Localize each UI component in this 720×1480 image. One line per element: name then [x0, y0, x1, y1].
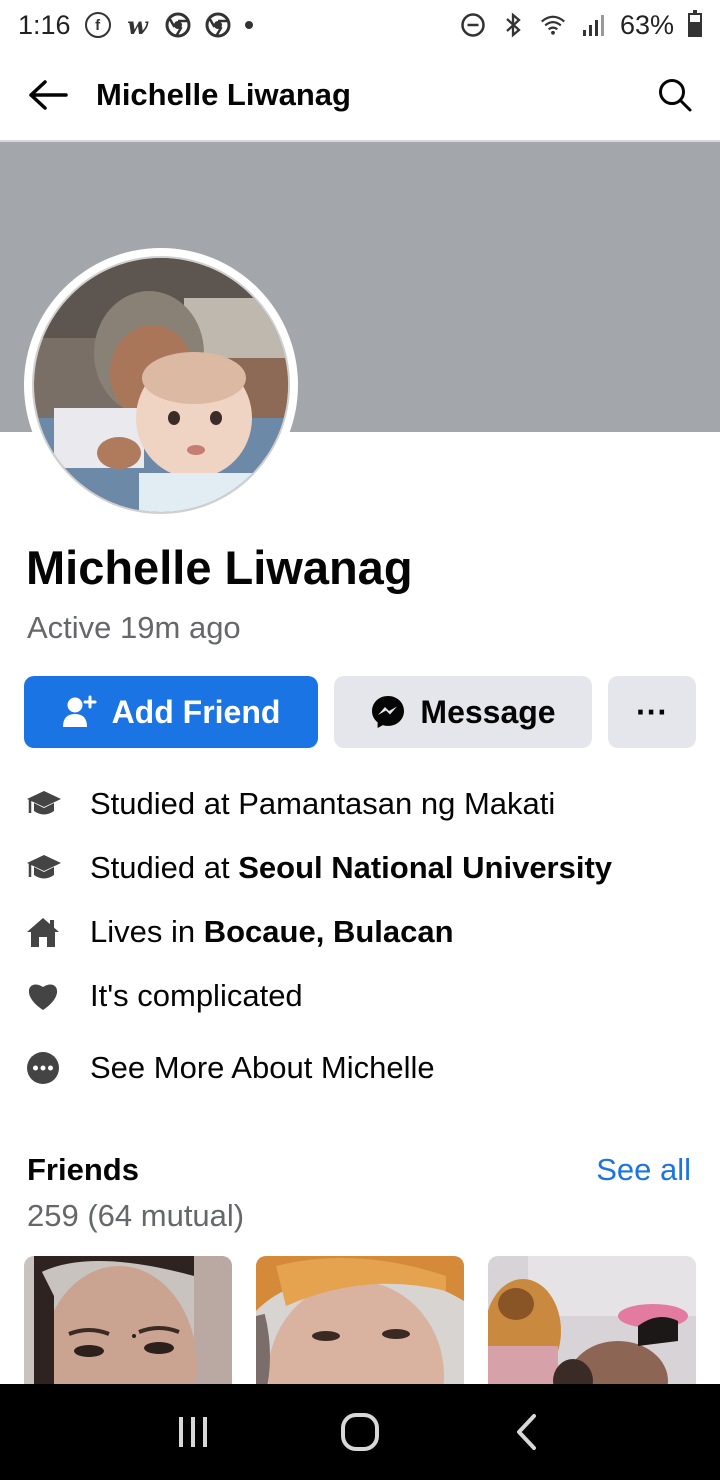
more-circle-icon	[0, 1051, 90, 1085]
facebook-icon: f	[84, 12, 111, 38]
message-button[interactable]: Message	[334, 676, 592, 748]
add-friend-button[interactable]: Add Friend	[24, 676, 318, 748]
intro-item-lives-in[interactable]: Lives in Bocaue, Bulacan	[0, 908, 720, 956]
back-chevron-icon	[516, 1414, 536, 1450]
see-all-friends-link[interactable]: See all	[596, 1152, 691, 1188]
wifi-icon	[540, 12, 566, 38]
page-title: Michelle Liwanag	[96, 77, 351, 112]
home-icon	[0, 916, 90, 948]
back-nav-button[interactable]	[497, 1402, 557, 1462]
back-button[interactable]	[0, 49, 96, 141]
battery-icon	[688, 10, 702, 37]
intro-item-relationship[interactable]: It's complicated	[0, 972, 720, 1020]
graduation-cap-icon	[0, 789, 90, 819]
friend-thumbnail[interactable]	[256, 1256, 464, 1396]
home-circle-icon	[340, 1413, 379, 1451]
friend-photo	[24, 1256, 232, 1396]
android-nav-bar	[0, 1384, 720, 1480]
recent-apps-icon	[179, 1417, 208, 1447]
message-label: Message	[420, 693, 556, 730]
search-button[interactable]	[630, 49, 720, 141]
avatar-ring	[24, 248, 298, 522]
home-button[interactable]	[330, 1402, 390, 1462]
chrome-icon	[205, 12, 231, 38]
more-options-button[interactable]: ···	[608, 676, 696, 748]
intro-bold[interactable]: Seoul National University	[238, 850, 612, 885]
intro-text: It's complicated	[90, 978, 303, 1014]
friends-count: 259 (64 mutual)	[27, 1198, 245, 1233]
add-friend-icon	[62, 695, 97, 727]
battery-fill	[690, 22, 700, 35]
intro-prefix: It's complicated	[90, 978, 303, 1013]
status-right: 63%	[460, 10, 702, 41]
messenger-icon	[372, 696, 405, 728]
signal-icon	[580, 12, 606, 38]
avatar[interactable]	[32, 256, 290, 514]
search-icon	[659, 79, 692, 112]
add-friend-label: Add Friend	[111, 693, 281, 730]
intro-prefix: Lives in	[90, 914, 204, 949]
active-status: Active 19m ago	[27, 610, 241, 645]
see-more-about-link[interactable]: See More About Michelle	[0, 1044, 720, 1092]
status-left: 1:16 f w	[18, 10, 253, 41]
bluetooth-icon	[500, 12, 526, 38]
intro-prefix: Studied at	[90, 850, 239, 885]
intro-text: Studied at Seoul National University	[90, 850, 612, 886]
friend-thumbnail[interactable]	[488, 1256, 696, 1396]
intro-bold[interactable]: Bocaue, Bulacan	[204, 914, 454, 949]
intro-prefix: Studied at Pamantasan ng Makati	[90, 786, 556, 821]
friend-photo	[488, 1256, 696, 1396]
chrome-icon	[165, 12, 191, 38]
intro-text: Studied at Pamantasan ng Makati	[90, 786, 555, 822]
heart-icon	[0, 981, 90, 1011]
friends-title: Friends	[27, 1152, 139, 1187]
see-more-label: See More About Michelle	[90, 1050, 435, 1085]
webnovel-icon: w	[127, 10, 148, 40]
arrow-left-icon	[29, 80, 68, 110]
avatar-photo	[34, 258, 288, 512]
app-header: Michelle Liwanag	[0, 50, 720, 142]
battery-percent: 63%	[619, 9, 674, 40]
do-not-disturb-icon	[460, 12, 486, 38]
intro-item-education-1[interactable]: Studied at Pamantasan ng Makati	[0, 780, 720, 828]
more-options-label: ···	[636, 693, 668, 730]
status-time: 1:16	[18, 9, 71, 40]
recent-apps-button[interactable]	[163, 1402, 223, 1462]
graduation-cap-icon	[0, 853, 90, 883]
status-bar: 1:16 f w 63%	[0, 0, 720, 50]
intro-text: Lives in Bocaue, Bulacan	[90, 914, 454, 950]
more-dot-icon	[244, 21, 253, 29]
intro-item-education-2[interactable]: Studied at Seoul National University	[0, 844, 720, 892]
friend-photo	[256, 1256, 464, 1396]
friend-thumbnail[interactable]	[24, 1256, 232, 1396]
profile-name: Michelle Liwanag	[26, 541, 413, 594]
